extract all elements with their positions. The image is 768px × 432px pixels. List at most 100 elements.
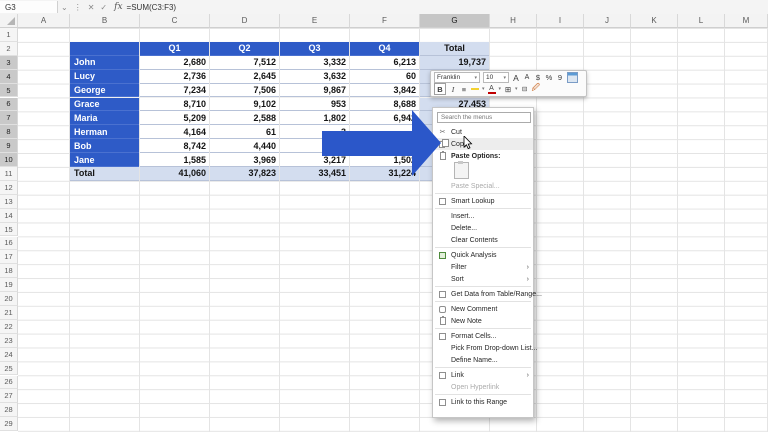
enter-icon[interactable]: ✓ bbox=[100, 3, 107, 12]
value-cell-F6[interactable]: 8,688 bbox=[350, 98, 420, 112]
font-size-dropdown[interactable]: 10▾ bbox=[483, 72, 509, 83]
row-header-14[interactable]: 14 bbox=[0, 209, 18, 223]
menu-item-delete[interactable]: Delete... bbox=[433, 222, 533, 234]
increase-font-icon[interactable]: A bbox=[512, 73, 520, 83]
row-header-11[interactable]: 11 bbox=[0, 167, 18, 181]
row-header-15[interactable]: 15 bbox=[0, 223, 18, 237]
menu-item-cut[interactable]: ✂Cut bbox=[433, 126, 533, 138]
header-cell-E2[interactable]: Q3 bbox=[280, 42, 350, 56]
row-header-24[interactable]: 24 bbox=[0, 348, 18, 362]
row-header-10[interactable]: 10 bbox=[0, 153, 18, 167]
menu-item-new-note[interactable]: New Note bbox=[433, 315, 533, 327]
row-header-23[interactable]: 23 bbox=[0, 334, 18, 348]
menu-item-paste-options[interactable]: Paste Options: bbox=[433, 150, 533, 162]
column-header-B[interactable]: B bbox=[70, 14, 140, 28]
menu-item-pick-from-drop-down-list[interactable]: Pick From Drop-down List... bbox=[433, 342, 533, 354]
column-header-I[interactable]: I bbox=[537, 14, 584, 28]
header-cell-D2[interactable]: Q2 bbox=[210, 42, 280, 56]
row-header-12[interactable]: 12 bbox=[0, 181, 18, 195]
comma-style-icon[interactable]: 9 bbox=[556, 73, 564, 83]
header-cell-B2[interactable] bbox=[70, 42, 140, 56]
value-cell-D7[interactable]: 2,588 bbox=[210, 111, 280, 125]
chevron-down-icon[interactable]: ▾ bbox=[515, 86, 518, 92]
chevron-down-icon[interactable]: ▾ bbox=[482, 86, 485, 92]
menu-item-copy[interactable]: Copy bbox=[433, 138, 533, 150]
row-header-26[interactable]: 26 bbox=[0, 376, 18, 390]
value-cell-D6[interactable]: 9,102 bbox=[210, 98, 280, 112]
header-cell-C2[interactable]: Q1 bbox=[140, 42, 210, 56]
fill-color-icon[interactable] bbox=[471, 88, 479, 90]
total-cell-D11[interactable]: 37,823 bbox=[210, 167, 280, 181]
name-cell-B9[interactable]: Bob bbox=[70, 139, 140, 153]
row-header-21[interactable]: 21 bbox=[0, 306, 18, 320]
name-cell-B5[interactable]: George bbox=[70, 84, 140, 98]
total-cell-G3[interactable]: 19,737 bbox=[420, 56, 490, 70]
row-header-9[interactable]: 9 bbox=[0, 139, 18, 153]
row-header-3[interactable]: 3 bbox=[0, 56, 18, 70]
column-header-L[interactable]: L bbox=[678, 14, 725, 28]
row-header-16[interactable]: 16 bbox=[0, 237, 18, 251]
insert-function-icon[interactable]: fx bbox=[114, 2, 122, 12]
value-cell-C4[interactable]: 2,736 bbox=[140, 70, 210, 84]
format-painter-icon[interactable]: 🖉 bbox=[532, 82, 541, 96]
value-cell-C10[interactable]: 1,585 bbox=[140, 153, 210, 167]
decrease-font-icon[interactable]: A bbox=[523, 73, 531, 83]
formula-input[interactable]: =SUM(C3:F3) bbox=[127, 3, 177, 12]
row-header-13[interactable]: 13 bbox=[0, 195, 18, 209]
name-cell-B7[interactable]: Maria bbox=[70, 111, 140, 125]
value-cell-C3[interactable]: 2,680 bbox=[140, 56, 210, 70]
value-cell-D10[interactable]: 3,969 bbox=[210, 153, 280, 167]
menu-item-smart-lookup[interactable]: Smart Lookup bbox=[433, 195, 533, 207]
percent-style-icon[interactable]: % bbox=[545, 73, 553, 83]
value-cell-D3[interactable]: 7,512 bbox=[210, 56, 280, 70]
value-cell-C7[interactable]: 5,209 bbox=[140, 111, 210, 125]
menu-item-filter[interactable]: Filter› bbox=[433, 261, 533, 273]
column-header-M[interactable]: M bbox=[725, 14, 768, 28]
row-header-17[interactable]: 17 bbox=[0, 250, 18, 264]
namebox-dropdown-icon[interactable]: ⌄ bbox=[61, 3, 68, 12]
row-header-6[interactable]: 6 bbox=[0, 98, 18, 112]
format-as-table-icon[interactable] bbox=[567, 72, 578, 83]
value-cell-E7[interactable]: 1,802 bbox=[280, 111, 350, 125]
menu-item-clear-contents[interactable]: Clear Contents bbox=[433, 234, 533, 246]
value-cell-D9[interactable]: 4,440 bbox=[210, 139, 280, 153]
value-cell-C5[interactable]: 7,234 bbox=[140, 84, 210, 98]
column-header-D[interactable]: D bbox=[210, 14, 280, 28]
menu-item-quick-analysis[interactable]: Quick Analysis bbox=[433, 249, 533, 261]
header-cell-F2[interactable]: Q4 bbox=[350, 42, 420, 56]
row-header-1[interactable]: 1 bbox=[0, 28, 18, 42]
cancel-icon[interactable]: ✕ bbox=[88, 3, 95, 12]
row-header-5[interactable]: 5 bbox=[0, 84, 18, 98]
borders-icon[interactable]: ⊞ bbox=[504, 84, 512, 94]
font-name-dropdown[interactable]: Franklin▾ bbox=[434, 72, 480, 83]
menu-item-format-cells[interactable]: Format Cells... bbox=[433, 330, 533, 342]
menu-item-new-comment[interactable]: New Comment bbox=[433, 303, 533, 315]
value-cell-E4[interactable]: 3,632 bbox=[280, 70, 350, 84]
row-header-27[interactable]: 27 bbox=[0, 389, 18, 403]
menu-item-get-data-from-table-range[interactable]: Get Data from Table/Range... bbox=[433, 288, 533, 300]
value-cell-E6[interactable]: 953 bbox=[280, 98, 350, 112]
value-cell-D4[interactable]: 2,645 bbox=[210, 70, 280, 84]
total-cell-F11[interactable]: 31,224 bbox=[350, 167, 420, 181]
row-header-18[interactable]: 18 bbox=[0, 264, 18, 278]
value-cell-F5[interactable]: 3,842 bbox=[350, 84, 420, 98]
font-color-icon[interactable]: A bbox=[488, 85, 496, 94]
menu-item-link-to-this-range[interactable]: Link to this Range bbox=[433, 396, 533, 408]
total-cell-C11[interactable]: 41,060 bbox=[140, 167, 210, 181]
row-header-7[interactable]: 7 bbox=[0, 111, 18, 125]
value-cell-C8[interactable]: 4,164 bbox=[140, 125, 210, 139]
total-label-B11[interactable]: Total bbox=[70, 167, 140, 181]
name-cell-B6[interactable]: Grace bbox=[70, 98, 140, 112]
value-cell-D8[interactable]: 61 bbox=[210, 125, 280, 139]
chevron-down-icon[interactable]: ▾ bbox=[499, 86, 502, 92]
value-cell-F7[interactable]: 6,942 bbox=[350, 111, 420, 125]
header-cell-G2[interactable]: Total bbox=[420, 42, 490, 56]
column-header-G[interactable]: G bbox=[420, 14, 490, 28]
value-cell-C9[interactable]: 8,742 bbox=[140, 139, 210, 153]
value-cell-E3[interactable]: 3,332 bbox=[280, 56, 350, 70]
name-cell-B3[interactable]: John bbox=[70, 56, 140, 70]
total-cell-E11[interactable]: 33,451 bbox=[280, 167, 350, 181]
merge-center-icon[interactable]: ⊟ bbox=[521, 84, 529, 94]
value-cell-E5[interactable]: 9,867 bbox=[280, 84, 350, 98]
menu-item-insert[interactable]: Insert... bbox=[433, 210, 533, 222]
